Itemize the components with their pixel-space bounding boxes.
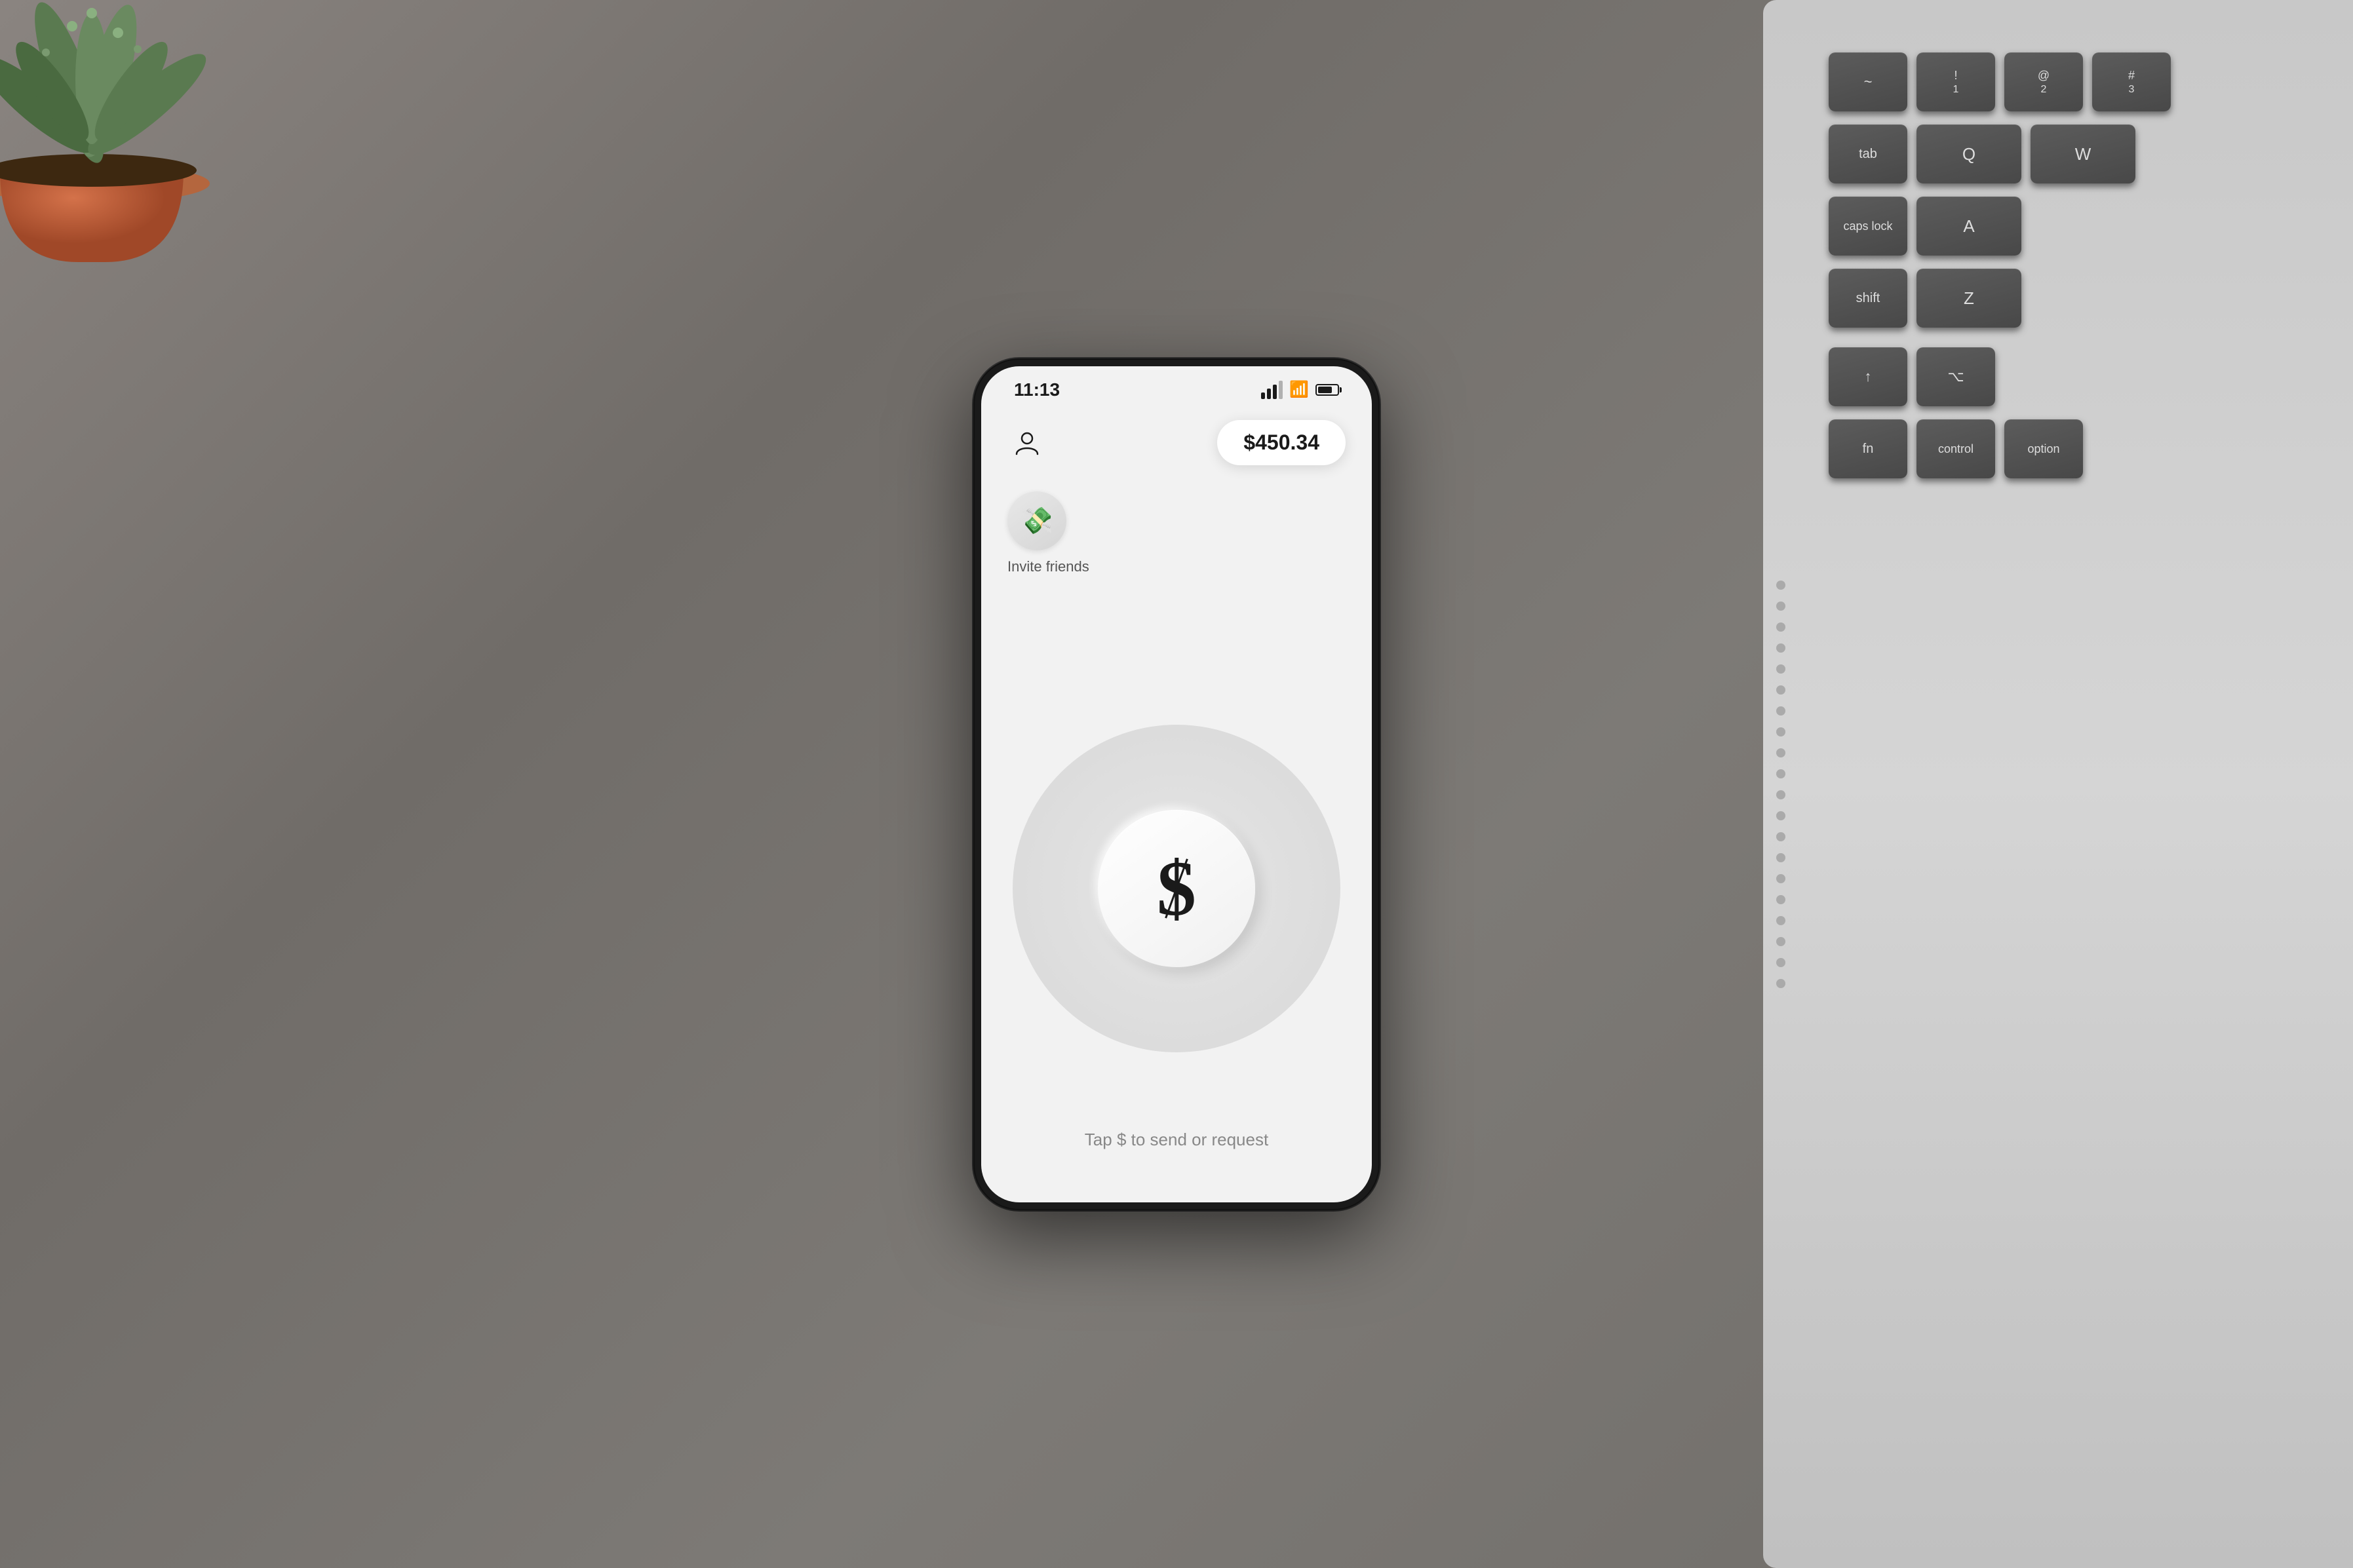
key-shift: shift [1829,269,1907,328]
key-hash: #3 [2092,52,2171,111]
key-w: W [2031,124,2135,183]
phone: 11:13 📶 [973,358,1380,1210]
signal-icon [1261,381,1283,399]
key-control: control [1916,419,1995,478]
key-z: Z [1916,269,2021,328]
key-exclaim: !1 [1916,52,1995,111]
send-request-button[interactable]: $ [1098,810,1255,967]
keyboard-row-2: tab Q W [1829,124,2327,183]
tap-text: Tap $ to send or request [1085,1130,1268,1149]
status-bar: 11:13 📶 [981,366,1372,407]
invite-avatar[interactable]: 💸 [1007,491,1066,550]
wifi-icon: 📶 [1289,380,1309,399]
key-at: @2 [2004,52,2083,111]
invite-emoji: 💸 [1021,505,1053,536]
key-alt-arrow: ⌥ [1916,347,1995,406]
phone-screen: 11:13 📶 [981,366,1372,1202]
profile-button[interactable] [1007,423,1047,462]
invite-section: 💸 Invite friends [1007,491,1346,575]
dollar-sign: $ [1157,849,1196,928]
key-fn: fn [1829,419,1907,478]
key-capslock: caps lock [1829,197,1907,256]
profile-icon [1013,428,1041,457]
key-q: Q [1916,124,2021,183]
key-up-arrow: ↑ [1829,347,1907,406]
key-tilde: ~ [1829,52,1907,111]
keyboard-row-5: ↑ ⌥ [1829,347,2327,406]
status-time: 11:13 [1014,379,1060,400]
app-content: $450.34 💸 Invite friends $ [981,407,1372,1202]
keyboard-row-4: shift Z [1829,269,2327,328]
laptop-keyboard: ~ !1 @2 #3 tab Q W caps lock A shift Z [1698,0,2353,1568]
balance-pill[interactable]: $450.34 [1217,420,1346,465]
plant-decoration [0,0,341,275]
balance-amount: $450.34 [1243,430,1319,454]
keyboard-row-3: caps lock A [1829,197,2327,256]
outer-circle: $ [1013,725,1340,1052]
keyboard-row-1: ~ !1 @2 #3 [1829,52,2327,111]
top-bar: $450.34 [1007,420,1346,465]
circle-area: $ Tap $ to send or request [1007,588,1346,1189]
battery-icon [1315,384,1339,396]
key-option: option [2004,419,2083,478]
tap-instruction: Tap $ to send or request [1007,1130,1346,1150]
status-icons: 📶 [1261,380,1339,399]
key-tab: tab [1829,124,1907,183]
key-a: A [1916,197,2021,256]
keyboard-row-6: fn control option [1829,419,2327,478]
invite-label: Invite friends [1007,558,1089,575]
